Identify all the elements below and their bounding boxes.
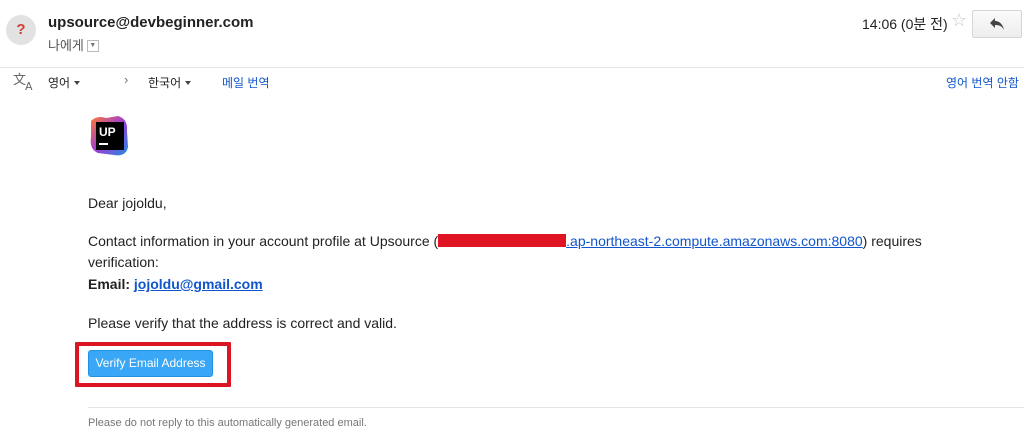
chevron-down-icon — [74, 80, 81, 85]
reply-icon — [990, 18, 1004, 30]
contact-paragraph-line1: Contact information in your account prof… — [88, 233, 988, 249]
email-line: Email: jojoldu@gmail.com — [88, 276, 263, 292]
star-icon[interactable]: ☆ — [951, 10, 967, 31]
source-language-select[interactable]: 영어 — [48, 74, 81, 91]
chevron-down-icon — [185, 80, 192, 85]
contact-prefix: Contact information in your account prof… — [88, 233, 439, 249]
reply-button[interactable] — [972, 10, 1022, 38]
source-language-label: 영어 — [48, 76, 71, 90]
upsource-logo: UP — [90, 116, 128, 156]
target-language-label: 한국어 — [148, 76, 182, 90]
greeting: Dear jojoldu, — [88, 195, 167, 211]
upsource-host-link[interactable]: .ap-northeast-2.compute.amazonaws.com:80… — [438, 233, 863, 249]
message-time: 14:06 (0분 전) — [862, 16, 948, 32]
host-link-suffix: .ap-northeast-2.compute.amazonaws.com:80… — [566, 233, 863, 249]
sender-address[interactable]: upsource@devbeginner.com — [48, 14, 254, 31]
turn-off-translation-link[interactable]: 영어 번역 안함 — [946, 74, 1019, 91]
contact-paragraph-line2: verification: — [88, 254, 159, 270]
logo-text: UP — [99, 125, 116, 139]
svg-text:A: A — [25, 80, 33, 91]
recipient-label: 나에게 — [48, 38, 84, 53]
instruction-text: Please verify that the address is correc… — [88, 315, 397, 331]
redacted-host — [438, 234, 567, 247]
footer-divider — [88, 407, 1024, 408]
footer-note: Please do not reply to this automaticall… — [88, 417, 367, 429]
verify-email-button[interactable]: Verify Email Address — [88, 350, 213, 377]
recipient-details-dropdown-icon[interactable]: ▼ — [86, 39, 99, 52]
email-link[interactable]: jojoldu@gmail.com — [134, 276, 263, 292]
chevron-right-icon: › — [124, 72, 129, 87]
sender-avatar: ? — [6, 15, 36, 45]
translate-message-link[interactable]: 메일 번역 — [222, 74, 270, 91]
contact-suffix: ) requires — [862, 233, 922, 249]
target-language-select[interactable]: 한국어 — [148, 74, 192, 91]
recipient-line[interactable]: 나에게 ▼ — [48, 35, 99, 54]
email-label: Email: — [88, 276, 131, 292]
translate-icon: 文 A — [13, 73, 33, 91]
